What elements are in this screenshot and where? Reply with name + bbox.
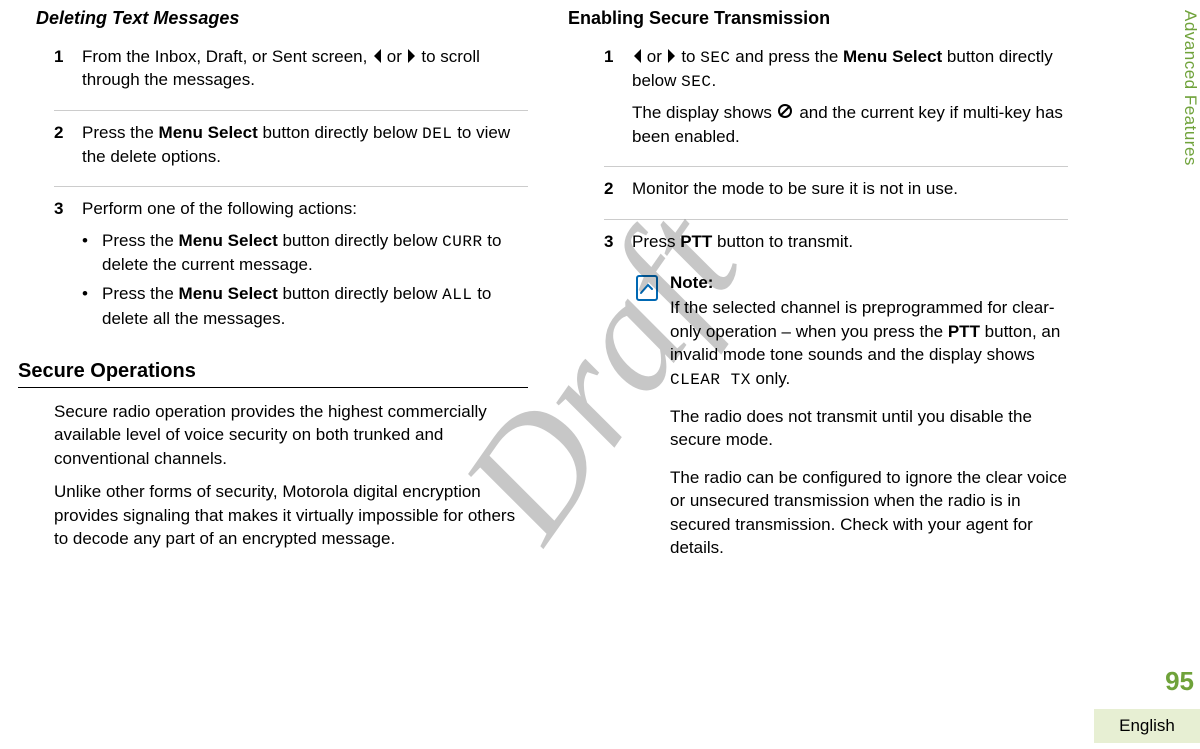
note-label: Note: [670, 271, 1068, 294]
paragraph: Unlike other forms of security, Motorola… [54, 480, 528, 550]
step-number: 2 [54, 121, 82, 177]
secure-step-3: 3 Press PTT button to transmit. [604, 230, 1068, 261]
step-number: 1 [54, 45, 82, 100]
left-arrow-icon [632, 48, 642, 64]
text-bold: PTT [948, 322, 980, 341]
text: button directly below [278, 284, 442, 303]
heading-secure-operations: Secure Operations [18, 360, 528, 383]
text: Press the [102, 231, 179, 250]
text-mono: DEL [422, 125, 452, 143]
text: Press [632, 232, 680, 251]
delete-step-2: 2 Press the Menu Select button directly … [54, 121, 528, 177]
bullet-item: • Press the Menu Select button directly … [82, 282, 528, 330]
text-mono: CLEAR TX [670, 371, 751, 389]
text: The radio does not transmit until you di… [670, 405, 1068, 452]
divider [604, 219, 1068, 220]
language-indicator: English [1094, 709, 1200, 743]
text: button to transmit. [712, 232, 853, 251]
text: Perform one of the following actions: [82, 197, 528, 220]
text-bold: PTT [680, 232, 712, 251]
step-number: 3 [604, 230, 632, 261]
step-number: 1 [604, 45, 632, 156]
text: . [711, 71, 716, 90]
text: or [647, 47, 667, 66]
secure-step-2: 2 Monitor the mode to be sure it is not … [604, 177, 1068, 208]
divider [54, 186, 528, 187]
text: The radio can be configured to ignore th… [670, 466, 1068, 560]
bullet-dot: • [82, 229, 102, 277]
page-number: 95 [1165, 666, 1194, 697]
right-arrow-icon [667, 48, 677, 64]
delete-step-1: 1 From the Inbox, Draft, or Sent screen,… [54, 45, 528, 100]
text: to [681, 47, 700, 66]
right-arrow-icon [407, 48, 417, 64]
text: Press the [82, 123, 159, 142]
note-block: Note: If the selected channel is preprog… [632, 271, 1068, 574]
left-arrow-icon [372, 48, 382, 64]
text: only. [751, 369, 790, 388]
secure-key-icon [777, 103, 795, 121]
text-mono: CURR [442, 233, 482, 251]
text: and press the [731, 47, 843, 66]
heading-enabling-secure-transmission: Enabling Secure Transmission [568, 8, 1068, 29]
right-column: Enabling Secure Transmission 1 or to SEC… [558, 8, 1098, 574]
note-icon [632, 271, 670, 574]
text: The display shows [632, 103, 777, 122]
text: or [387, 47, 407, 66]
bullet-dot: • [82, 282, 102, 330]
text-bold: Menu Select [843, 47, 942, 66]
text-mono: SEC [681, 73, 711, 91]
text: From the Inbox, Draft, or Sent screen, [82, 47, 372, 66]
delete-step-3: 3 Perform one of the following actions: … [54, 197, 528, 336]
left-column: Deleting Text Messages 1 From the Inbox,… [18, 8, 558, 574]
text: Press the [102, 284, 179, 303]
secure-step-1: 1 or to SEC and press the Menu Select bu… [604, 45, 1068, 156]
step-number: 2 [604, 177, 632, 208]
bullet-item: • Press the Menu Select button directly … [82, 229, 528, 277]
text-bold: Menu Select [179, 284, 278, 303]
heading-deleting-text-messages: Deleting Text Messages [36, 8, 528, 29]
paragraph: Secure radio operation provides the high… [54, 400, 528, 470]
text: button directly below [258, 123, 422, 142]
text: Monitor the mode to be sure it is not in… [632, 177, 1068, 200]
side-tab-label: Advanced Features [1170, 10, 1200, 166]
section-rule [18, 387, 528, 388]
text-mono: SEC [700, 49, 730, 67]
divider [604, 166, 1068, 167]
text-bold: Menu Select [159, 123, 258, 142]
page-content: Deleting Text Messages 1 From the Inbox,… [0, 0, 1200, 574]
divider [54, 110, 528, 111]
text: button directly below [278, 231, 442, 250]
text-mono: ALL [442, 286, 472, 304]
text-bold: Menu Select [179, 231, 278, 250]
step-number: 3 [54, 197, 82, 336]
